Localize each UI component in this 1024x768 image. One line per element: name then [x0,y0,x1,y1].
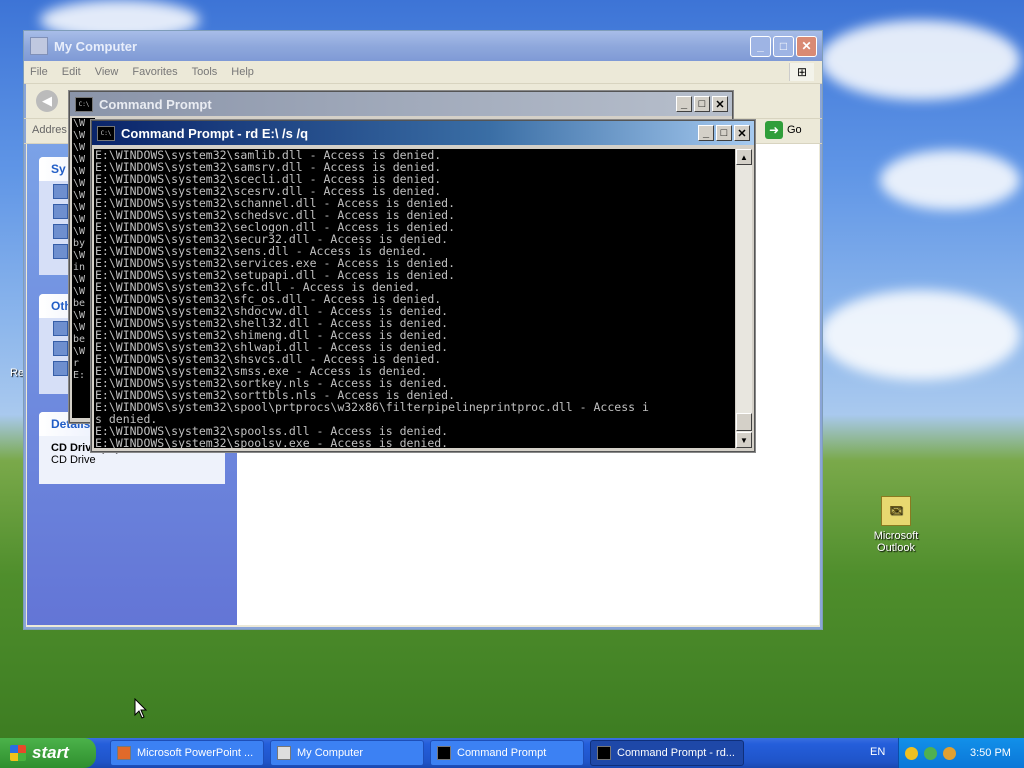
menu-view[interactable]: View [95,66,119,78]
minimize-button[interactable]: _ [698,125,714,141]
system-tray: 3:50 PM [898,738,1024,768]
cmd-front-titlebar[interactable]: C:\ Command Prompt - rd E:\ /s /q _ □ ✕ [92,121,754,145]
task-label: Command Prompt - rd... [617,747,735,759]
task-command-prompt[interactable]: Command Prompt [430,740,584,766]
task-icon [53,223,68,239]
close-button[interactable]: ✕ [796,35,817,57]
clock[interactable]: 3:50 PM [970,747,1011,759]
outlook-icon: ✉ [881,496,911,526]
menu-tools[interactable]: Tools [192,66,218,78]
task-my-computer[interactable]: My Computer [270,740,424,766]
cmd-front-console[interactable]: E:\WINDOWS\system32\samlib.dll - Access … [94,149,735,448]
security-shield-icon[interactable] [905,746,918,760]
menu-edit[interactable]: Edit [62,66,81,78]
taskbar: start Microsoft PowerPoint ... My Comput… [0,738,1024,768]
go-arrow-icon: ➜ [765,121,783,139]
explorer-titlebar[interactable]: My Computer _ □ ✕ [24,31,822,61]
cloud [880,150,1020,210]
computer-icon [277,746,291,760]
mouse-cursor-icon [134,698,148,719]
task-label: Command Prompt [457,747,547,759]
menu-favorites[interactable]: Favorites [132,66,177,78]
task-icon [53,183,68,199]
address-label: Addres [32,124,67,136]
back-button[interactable]: ◀ [36,90,58,112]
task-powerpoint[interactable]: Microsoft PowerPoint ... [110,740,264,766]
close-button[interactable]: ✕ [712,96,728,112]
scroll-up-button[interactable]: ▲ [736,149,752,165]
language-indicator[interactable]: EN [870,746,885,758]
outlook-label-line2: Outlook [877,542,915,554]
cmd-icon [437,746,451,760]
maximize-button[interactable]: □ [694,96,710,112]
close-button[interactable]: ✕ [734,125,750,141]
computer-icon [30,37,48,55]
console-line: E:\WINDOWS\system32\spoolsv.exe - Access… [95,436,449,448]
cloud [820,20,1020,100]
maximize-button[interactable]: □ [716,125,732,141]
task-label: My Computer [297,747,364,759]
go-button[interactable]: ➜ Go [765,121,802,139]
cmd-back-title: Command Prompt [99,96,212,112]
desktop: Re ✉ Microsoft Outlook My Computer _ □ ✕… [0,0,1024,768]
console-line: E:\WINDOWS\system32\spool\prtprocs\w32x8… [95,400,649,414]
scroll-down-button[interactable]: ▼ [736,432,752,448]
powerpoint-icon [117,746,131,760]
outlook-desktop-icon[interactable]: ✉ Microsoft Outlook [866,496,926,554]
start-label: start [32,743,69,762]
cloud [820,290,1020,380]
minimize-button[interactable]: _ [676,96,692,112]
windows-flag-icon [10,745,26,761]
place-icon [53,360,68,376]
menu-bar: File Edit View Favorites Tools Help ⊞ [24,61,822,84]
cmd-icon: C:\ [97,125,115,141]
details-subtitle: CD Drive [51,454,96,466]
recycle-bin-label[interactable]: Re [10,367,24,379]
command-prompt-window-front: C:\ Command Prompt - rd E:\ /s /q _ □ ✕ … [91,120,755,452]
minimize-button[interactable]: _ [750,35,771,57]
task-label: Microsoft PowerPoint ... [137,747,254,759]
place-icon [53,320,68,336]
scroll-thumb[interactable] [736,413,752,431]
task-icon [53,203,68,219]
vertical-scrollbar[interactable]: ▲ ▼ [736,149,752,448]
explorer-title: My Computer [54,38,138,54]
maximize-button[interactable]: □ [773,35,794,57]
cmd-back-titlebar[interactable]: C:\ Command Prompt _ □ ✕ [70,92,732,116]
task-icon [53,243,68,259]
start-button[interactable]: start [0,738,96,768]
cmd-icon: C:\ [75,96,93,112]
windows-logo-icon: ⊞ [789,63,814,81]
cmd-front-title: Command Prompt - rd E:\ /s /q [121,125,309,141]
task-command-prompt-rd[interactable]: Command Prompt - rd... [590,740,744,766]
search-icon[interactable] [943,746,956,760]
menu-file[interactable]: File [30,66,48,78]
network-icon[interactable] [924,746,937,760]
go-label: Go [787,124,802,136]
outlook-label-line1: Microsoft [873,530,919,542]
menu-help[interactable]: Help [231,66,254,78]
place-icon [53,340,68,356]
cmd-icon [597,746,611,760]
